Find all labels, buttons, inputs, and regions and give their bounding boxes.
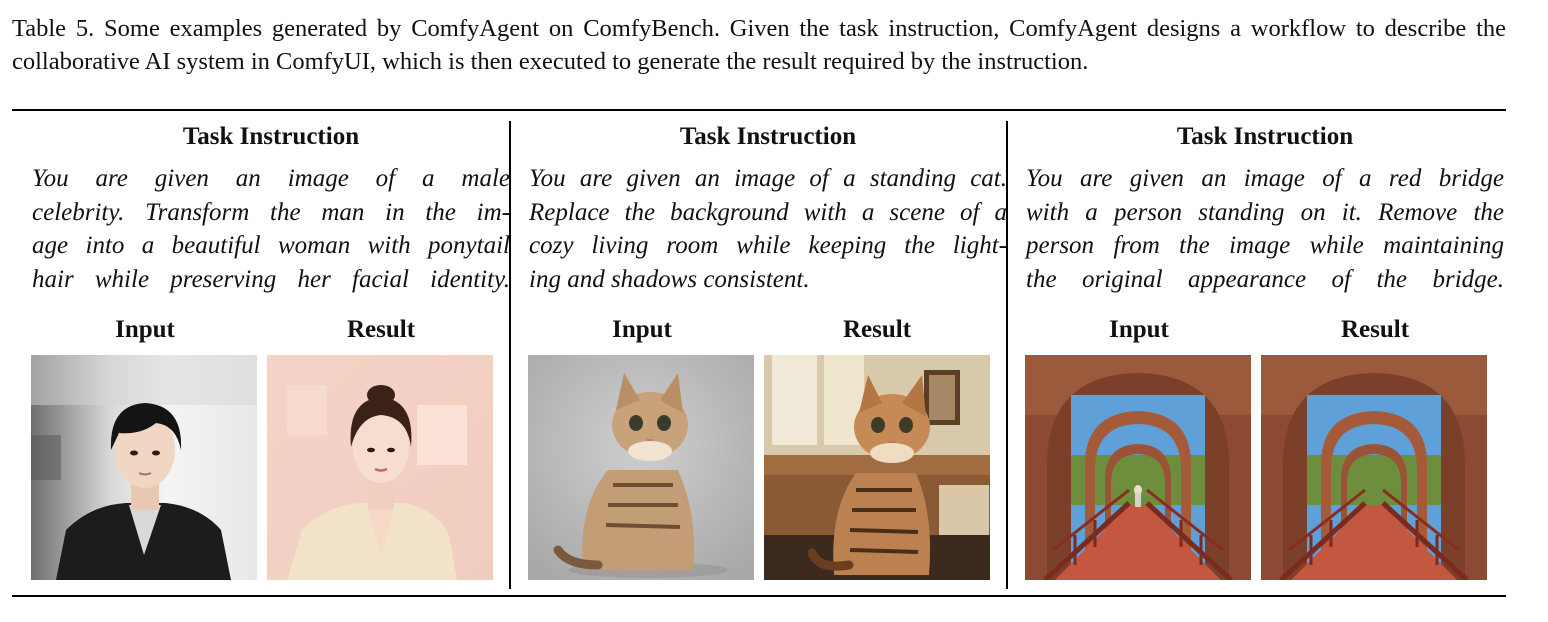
input-label: Input — [612, 316, 672, 343]
input-label: Input — [115, 316, 175, 343]
instruction-line: Replace the background with a scene of a — [529, 198, 1007, 226]
bottom-rule — [12, 595, 1506, 597]
example-column-1: Task Instruction You are given an image … — [31, 112, 510, 592]
column-divider — [509, 121, 511, 589]
task-instruction-heading: Task Instruction — [1176, 123, 1354, 150]
instruction-line: age into a beautiful woman with ponytail — [32, 232, 510, 259]
result-label: Result — [346, 316, 416, 343]
instruction-line: with a person standing on it. Remove the — [1026, 198, 1504, 226]
result-image-red-bridge-person-removed — [1261, 355, 1487, 580]
task-instruction-text: You are given an image of a male celebri… — [32, 162, 510, 296]
result-label: Result — [1340, 316, 1410, 343]
instruction-line: hair while preserving her facial identit… — [32, 265, 510, 293]
result-image-woman — [267, 355, 493, 580]
task-instruction-heading: Task Instruction — [182, 123, 360, 150]
instruction-line: ing and shadows consistent. — [529, 265, 810, 293]
input-image-male-celebrity — [31, 355, 257, 580]
column-divider — [1006, 121, 1008, 589]
task-instruction-heading: Task Instruction — [679, 123, 857, 150]
input-image-red-bridge-with-person — [1025, 355, 1251, 580]
instruction-line: You are given an image of a standing cat… — [529, 165, 1007, 192]
instruction-line: celebrity. Transform the man in the im- — [32, 198, 510, 226]
input-label: Input — [1109, 316, 1169, 343]
instruction-line: You are given an image of a male — [32, 165, 510, 192]
input-image-standing-cat — [528, 355, 754, 580]
instruction-line: cozy living room while keeping the light… — [529, 232, 1007, 259]
instruction-line: You are given an image of a red bridge — [1026, 165, 1504, 192]
example-column-2: Task Instruction You are given an image … — [528, 112, 1007, 592]
result-label: Result — [842, 316, 912, 343]
task-instruction-text: You are given an image of a standing cat… — [529, 162, 1007, 296]
task-instruction-text: You are given an image of a red bridge w… — [1026, 162, 1504, 296]
table-caption: Table 5. Some examples generated by Comf… — [12, 15, 1506, 75]
result-image-cat-living-room — [764, 355, 990, 580]
example-column-3: Task Instruction You are given an image … — [1025, 112, 1504, 592]
top-rule — [12, 109, 1506, 111]
instruction-line: the original appearance of the bridge. — [1026, 265, 1504, 293]
instruction-line: person from the image while maintaining — [1026, 232, 1504, 259]
